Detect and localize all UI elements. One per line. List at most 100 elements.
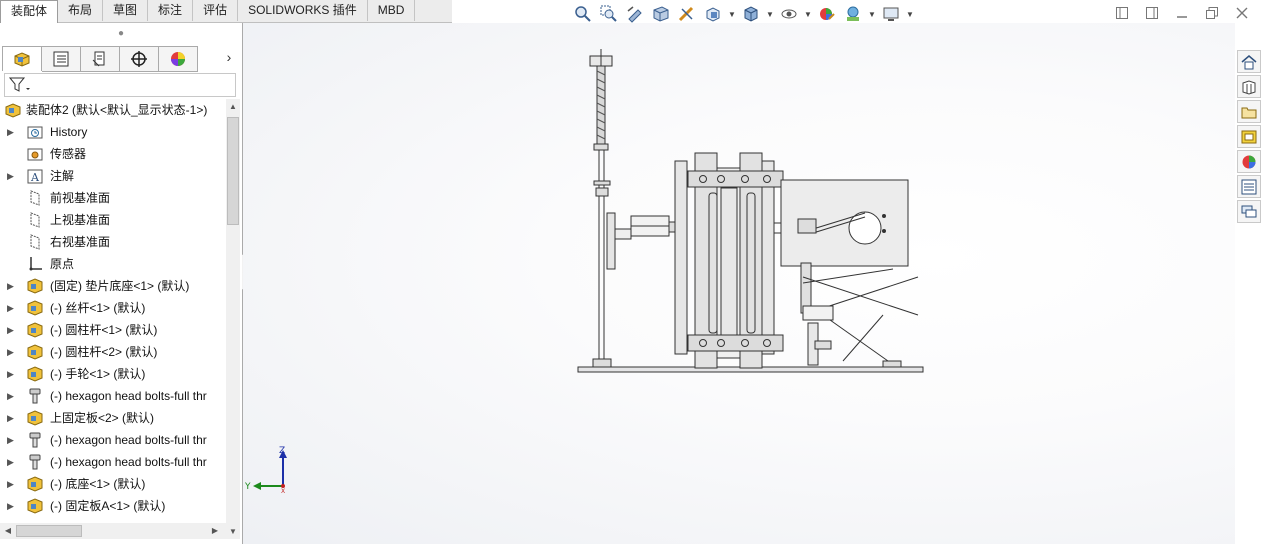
filter-icon[interactable] (9, 76, 31, 94)
feature-manager-tab[interactable] (2, 46, 42, 71)
tree-item-component[interactable]: ▶ (-) 圆柱杆<2> (默认) (0, 341, 226, 363)
display-manager-tab[interactable] (159, 46, 198, 72)
tree-item-label: (-) 丝杆<1> (默认) (50, 301, 146, 315)
home-icon[interactable] (1237, 50, 1261, 73)
tree-item-annotations[interactable]: ▶ A 注解 (0, 165, 226, 187)
tab-assembly[interactable]: 装配体 (0, 0, 59, 23)
custom-properties-icon[interactable] (1237, 175, 1261, 198)
forum-icon[interactable] (1237, 200, 1261, 223)
expand-arrow-icon[interactable]: ▶ (7, 495, 17, 517)
scroll-down-icon[interactable]: ▼ (228, 527, 238, 536)
chevron-down-icon[interactable]: ▼ (766, 10, 774, 19)
expand-arrow-icon[interactable]: ▶ (7, 429, 17, 451)
scroll-right-icon[interactable]: ▶ (210, 526, 220, 535)
edit-appearance-icon[interactable] (816, 4, 838, 24)
tree-item-history[interactable]: ▶ History (0, 121, 226, 143)
tree-item-component[interactable]: ▶ (-) 手轮<1> (默认) (0, 363, 226, 385)
tree-item-label: (-) 圆柱杆<2> (默认) (50, 345, 158, 359)
tree-filter[interactable] (4, 73, 236, 97)
expand-arrow-icon[interactable]: ▶ (7, 341, 17, 363)
tab-sketch[interactable]: 草图 (103, 0, 149, 21)
display-style-icon[interactable] (740, 4, 762, 24)
configuration-manager-tab[interactable] (81, 46, 120, 72)
expand-arrow-icon[interactable]: ▶ (7, 473, 17, 495)
feature-tree: 装配体2 (默认<默认_显示状态-1>) ▶ History 传感器 ▶ A 注… (0, 99, 226, 519)
previous-view-icon[interactable] (624, 4, 646, 24)
chevron-down-icon[interactable]: ▼ (728, 10, 736, 19)
plane-icon (30, 190, 40, 206)
part-icon (27, 322, 43, 338)
part-icon (27, 366, 43, 382)
tree-item-component[interactable]: ▶ (-) hexagon head bolts-full thr (0, 451, 226, 473)
section-view-icon[interactable] (650, 4, 672, 24)
tree-root-assembly[interactable]: 装配体2 (默认<默认_显示状态-1>) (0, 99, 226, 121)
tree-item-component[interactable]: ▶ (-) hexagon head bolts-full thr (0, 429, 226, 451)
view-settings-icon[interactable] (880, 4, 902, 24)
expand-arrow-icon[interactable]: ▶ (7, 363, 17, 385)
zoom-to-fit-icon[interactable] (572, 4, 594, 24)
tree-item-component[interactable]: ▶ (-) hexagon head bolts-full thr (0, 385, 226, 407)
view-orientation-icon[interactable] (702, 4, 724, 24)
design-library-icon[interactable] (1237, 75, 1261, 98)
property-manager-tab[interactable] (42, 46, 81, 72)
origin-icon (29, 257, 42, 271)
tree-vertical-scrollbar[interactable]: ▲ ▼ (226, 99, 240, 539)
tree-item-top-plane[interactable]: 上视基准面 (0, 209, 226, 231)
triad-y-label: Y (245, 482, 251, 492)
tab-evaluate[interactable]: 评估 (193, 0, 239, 21)
expand-arrow-icon[interactable]: ▶ (7, 121, 17, 143)
tab-layout[interactable]: 布局 (58, 0, 104, 21)
triad-z-label: Z (279, 446, 285, 456)
expand-arrow-icon[interactable]: ▶ (7, 297, 17, 319)
tree-item-label: (-) 固定板A<1> (默认) (50, 499, 166, 513)
scroll-up-icon[interactable]: ▲ (228, 102, 238, 111)
zoom-area-icon[interactable] (598, 4, 620, 24)
tree-item-component[interactable]: ▶ (-) 丝杆<1> (默认) (0, 297, 226, 319)
tab-solidworks-addins[interactable]: SOLIDWORKS 插件 (238, 0, 368, 21)
expand-arrow-icon[interactable]: ▶ (7, 451, 17, 473)
tree-item-front-plane[interactable]: 前视基准面 (0, 187, 226, 209)
tree-item-component[interactable]: ▶ (-) 圆柱杆<1> (默认) (0, 319, 226, 341)
tree-item-component[interactable]: ▶ (固定) 垫片底座<1> (默认) (0, 275, 226, 297)
dynamic-annotation-icon[interactable] (676, 4, 698, 24)
tile-right-icon[interactable] (1145, 6, 1159, 20)
hide-show-items-icon[interactable] (778, 4, 800, 24)
restore-icon[interactable] (1205, 6, 1219, 20)
view-palette-icon[interactable] (1237, 125, 1261, 148)
tree-item-component[interactable]: ▶ (-) 固定板A<1> (默认) (0, 495, 226, 517)
expand-arrow-icon[interactable]: ▶ (7, 385, 17, 407)
scroll-thumb[interactable] (227, 117, 239, 225)
expand-arrow-icon[interactable]: ▶ (7, 165, 17, 187)
task-pane-tabs (1237, 50, 1261, 223)
scroll-left-icon[interactable]: ◀ (3, 526, 13, 535)
tree-item-right-plane[interactable]: 右视基准面 (0, 231, 226, 253)
tab-mbd[interactable]: MBD (368, 0, 416, 21)
chevron-right-icon[interactable]: › (222, 49, 236, 67)
scroll-thumb[interactable] (16, 525, 82, 537)
chevron-down-icon[interactable]: ▼ (906, 10, 914, 19)
coordinate-triad: Z Y X (245, 446, 287, 495)
close-icon[interactable] (1235, 6, 1249, 20)
dimxpert-manager-tab[interactable] (120, 46, 159, 72)
panel-grip[interactable]: ● (0, 23, 242, 45)
assembly-icon (5, 103, 21, 118)
minimize-icon[interactable] (1175, 6, 1189, 20)
expand-arrow-icon[interactable]: ▶ (7, 407, 17, 429)
tree-item-component[interactable]: ▶ (-) 底座<1> (默认) (0, 473, 226, 495)
tree-item-origin[interactable]: 原点 (0, 253, 226, 275)
expand-arrow-icon[interactable]: ▶ (7, 319, 17, 341)
tree-item-sensors[interactable]: 传感器 (0, 143, 226, 165)
tile-left-icon[interactable] (1115, 6, 1129, 20)
tree-horizontal-scrollbar[interactable]: ◀ ▶ (0, 523, 226, 539)
tab-markup[interactable]: 标注 (148, 0, 194, 21)
chevron-down-icon[interactable]: ▼ (868, 10, 876, 19)
expand-arrow-icon[interactable]: ▶ (7, 275, 17, 297)
tree-item-component[interactable]: ▶ 上固定板<2> (默认) (0, 407, 226, 429)
part-icon (27, 410, 43, 426)
file-explorer-icon[interactable] (1237, 100, 1261, 123)
appearances-icon[interactable] (1237, 150, 1261, 173)
assembly-model[interactable] (243, 23, 1235, 544)
chevron-down-icon[interactable]: ▼ (804, 10, 812, 19)
apply-scene-icon[interactable] (842, 4, 864, 24)
graphics-area[interactable] (243, 23, 1235, 544)
